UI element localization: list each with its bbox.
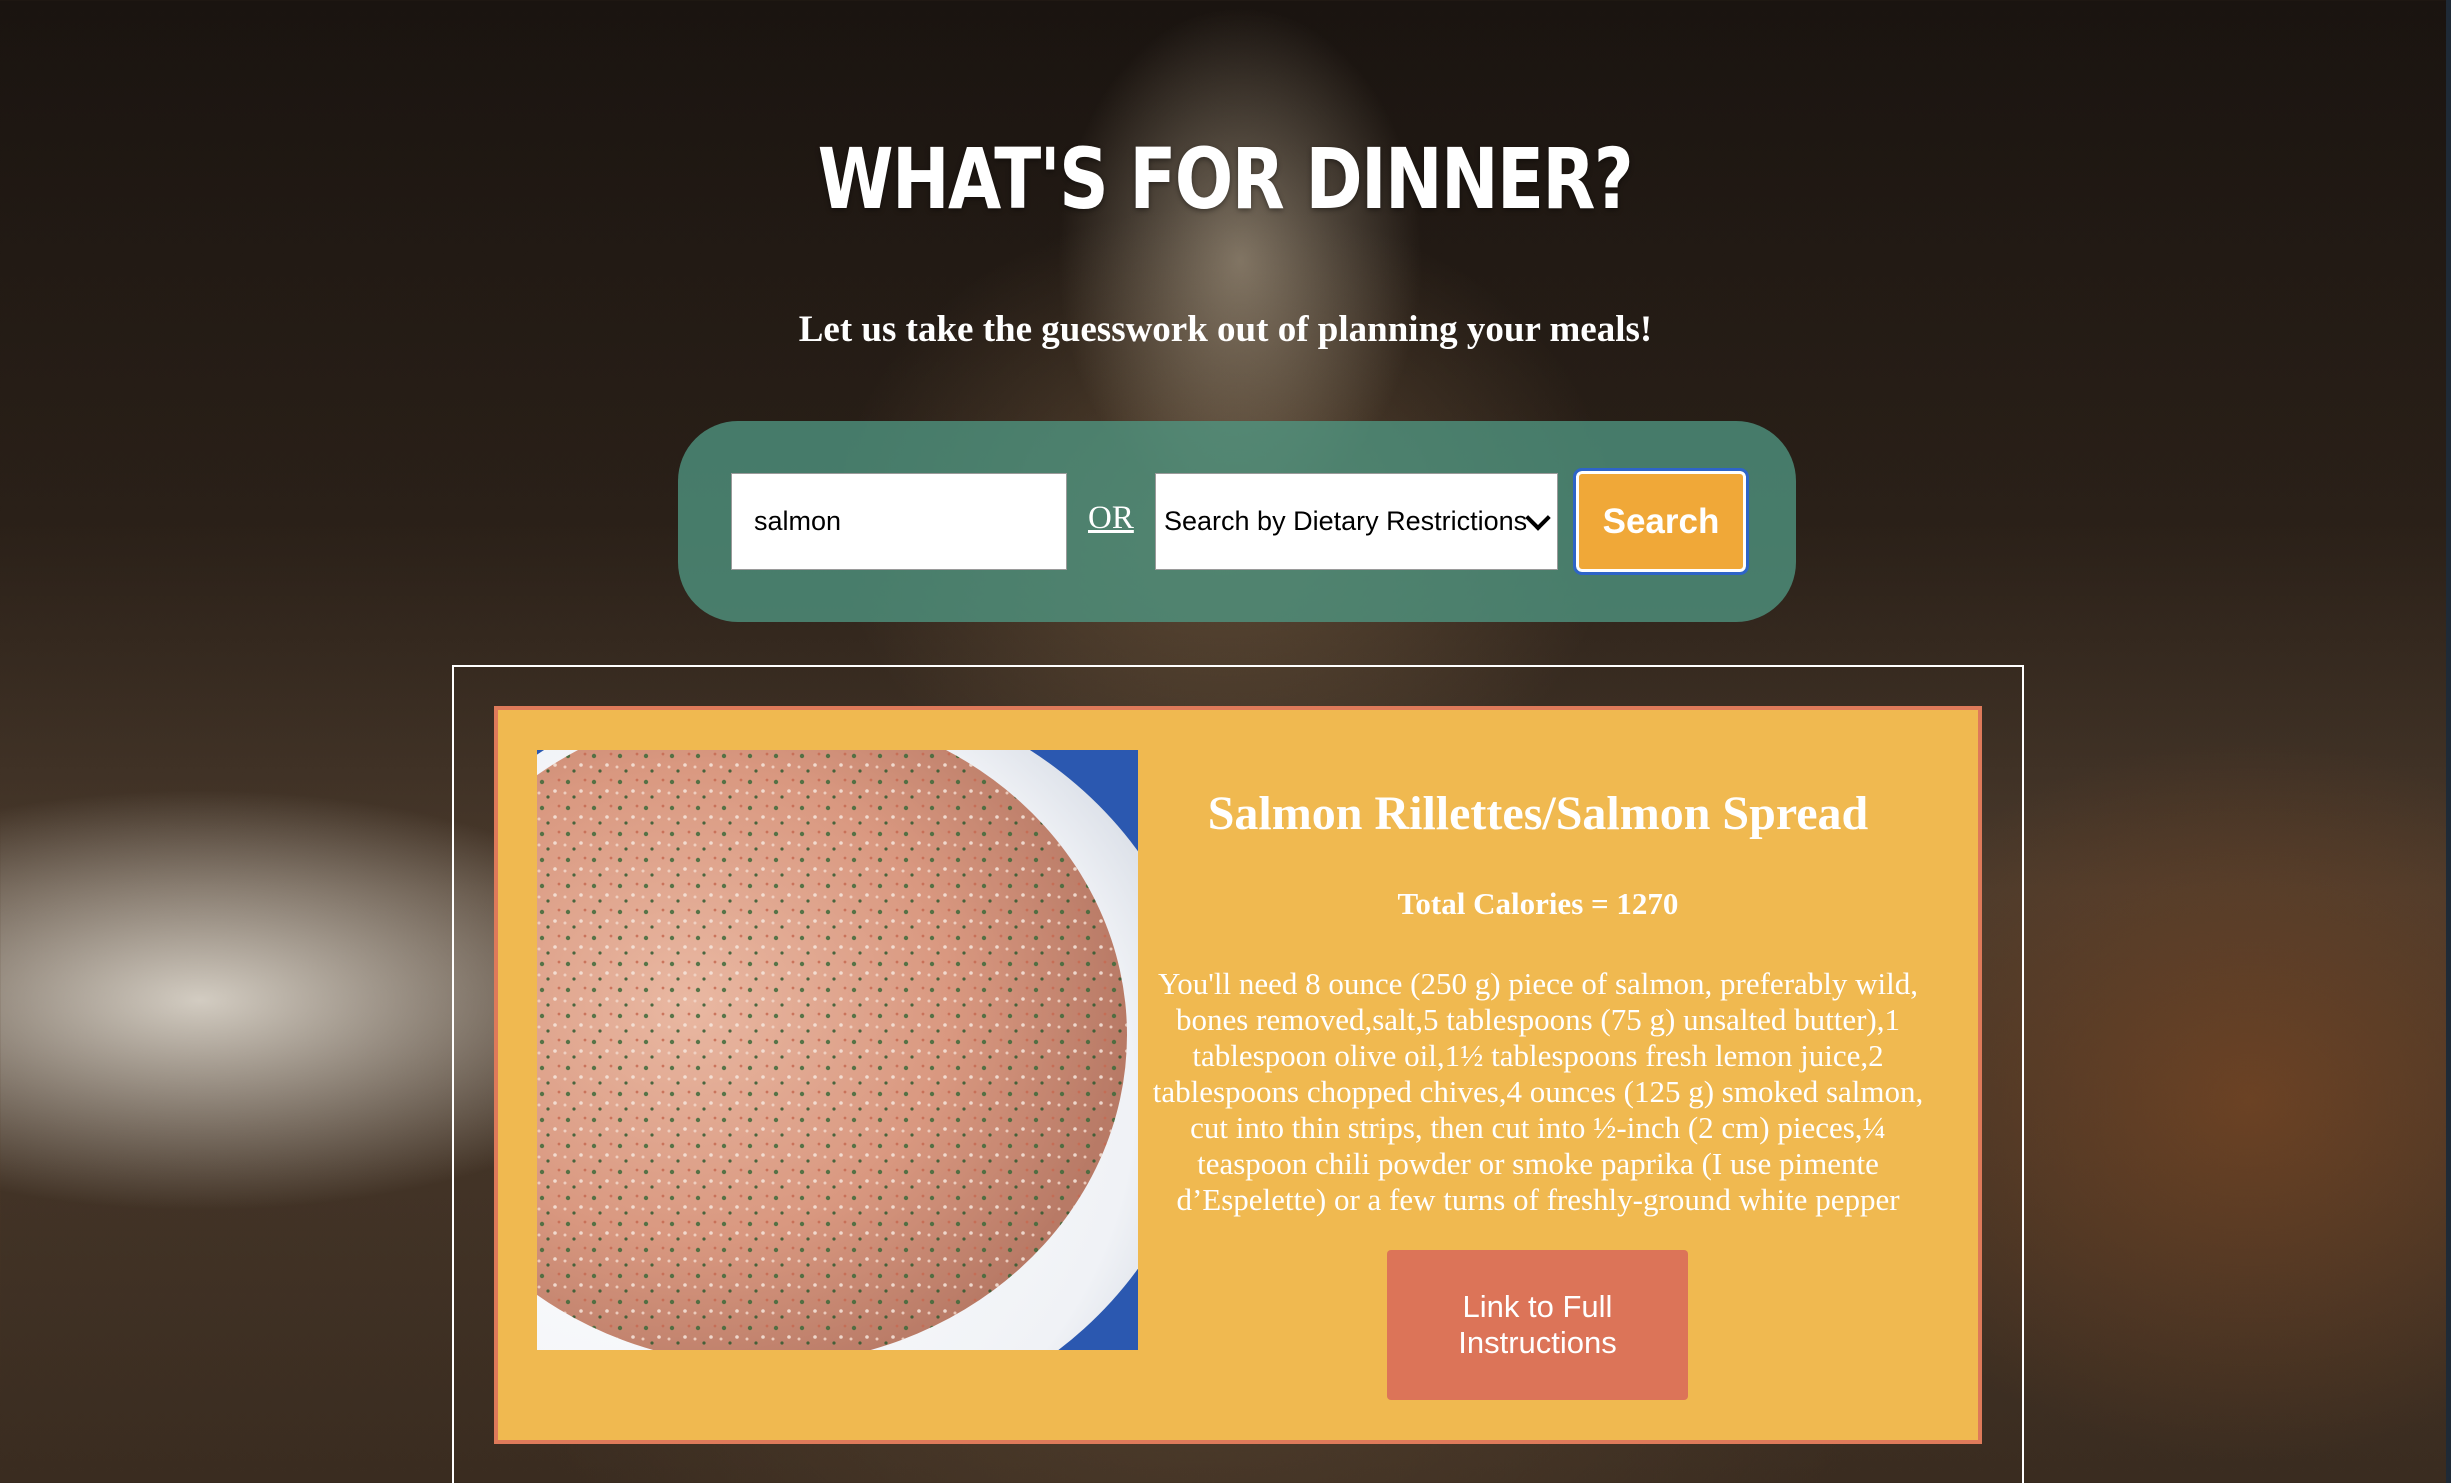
recipe-ingredients: You'll need 8 ounce (250 g) piece of sal… — [1152, 966, 1924, 1217]
or-link[interactable]: OR — [1088, 500, 1134, 537]
dietary-select-value: Search by Dietary Restrictions — [1164, 506, 1528, 536]
recipe-calories: Total Calories = 1270 — [1397, 886, 1679, 921]
page-title: WHAT'S FOR DINNER? — [817, 130, 1634, 228]
recipe-title: Salmon Rillettes/Salmon Spread — [1207, 787, 1869, 840]
full-instructions-link-button[interactable]: Link to Full Instructions — [1387, 1250, 1688, 1400]
dietary-restrictions-select[interactable]: Search by Dietary Restrictions — [1155, 473, 1558, 570]
page-subtitle: Let us take the guesswork out of plannin… — [798, 309, 1653, 350]
search-button[interactable]: Search — [1573, 468, 1749, 575]
recipe-image — [537, 750, 1138, 1350]
window-edge — [2446, 0, 2451, 1483]
chevron-down-icon — [1525, 505, 1551, 531]
search-input[interactable] — [731, 473, 1067, 570]
